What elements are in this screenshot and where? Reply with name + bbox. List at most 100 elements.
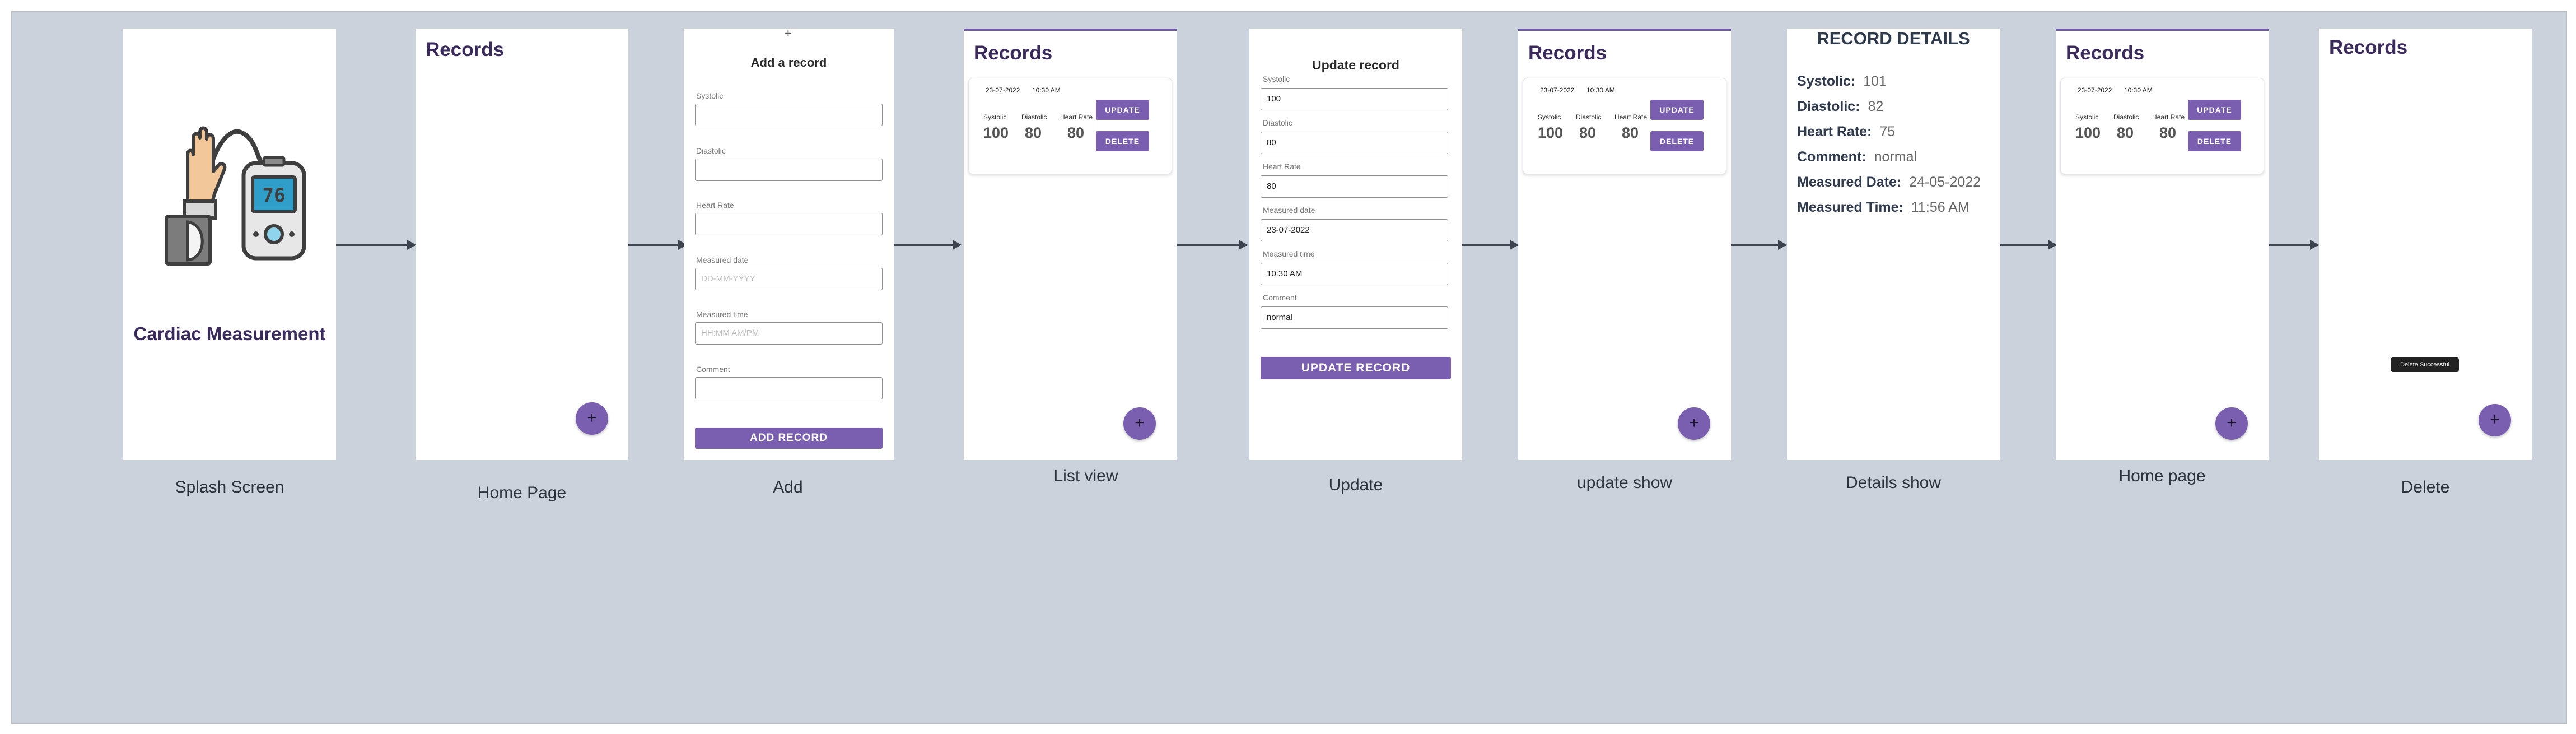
record-time: 10:30 AM <box>1032 86 1061 94</box>
systolic-input[interactable] <box>695 104 883 126</box>
detail-heart-rate: Heart Rate: 75 <box>1797 124 1895 140</box>
screen-add: + Add a record Systolic Diastolic Heart … <box>684 29 894 460</box>
detail-label: Heart Rate: <box>1797 124 1872 140</box>
screen-update: Update record Systolic 100 Diastolic 80 … <box>1249 29 1462 460</box>
heart-rate-label: Heart Rate <box>1060 113 1093 121</box>
screen-delete: Records Delete Successful + <box>2319 29 2532 460</box>
splash-title: Cardiac Measurement <box>133 323 326 344</box>
comment-input[interactable] <box>695 377 883 399</box>
heart-rate-label: Heart Rate <box>1263 162 1301 171</box>
detail-value: 11:56 AM <box>1911 199 1970 215</box>
update-title: Update record <box>1312 58 1399 72</box>
systolic-label: Systolic <box>983 113 1007 121</box>
diastolic-input[interactable] <box>695 159 883 181</box>
measured-time-input[interactable]: HH:MM AM/PM <box>695 322 883 345</box>
measured-time-label: Measured time <box>696 310 748 319</box>
caption-home: Home Page <box>477 484 567 502</box>
measured-time-input[interactable]: 10:30 AM <box>1261 263 1448 285</box>
delete-button[interactable]: DELETE <box>1650 131 1704 151</box>
heart-rate-input[interactable]: 80 <box>1261 175 1448 198</box>
add-title: Add a record <box>750 55 827 69</box>
arrow-2 <box>628 240 687 250</box>
systolic-input[interactable]: 100 <box>1261 88 1448 110</box>
systolic-label: Systolic <box>1538 113 1561 121</box>
add-fab-button[interactable]: + <box>1123 407 1156 440</box>
measured-date-input[interactable]: 23-07-2022 <box>1261 219 1448 241</box>
record-time: 10:30 AM <box>2124 86 2153 94</box>
comment-label: Comment <box>1263 293 1297 302</box>
add-top-plus[interactable]: + <box>785 29 792 41</box>
caption-home-2: Home page <box>2118 467 2206 485</box>
diastolic-input[interactable]: 80 <box>1261 132 1448 154</box>
record-date: 23-07-2022 <box>1540 86 1575 94</box>
caption-update: Update <box>1328 476 1383 494</box>
detail-value: 24-05-2022 <box>1909 174 1981 190</box>
add-fab-button[interactable]: + <box>1678 407 1710 440</box>
arrow-7 <box>2000 240 2057 250</box>
screen-splash: 76 Cardiac Measurement <box>123 29 336 460</box>
systolic-value: 100 <box>1538 124 1564 141</box>
measured-time-label: Measured time <box>1263 249 1315 258</box>
screen-home-2: Records 23-07-2022 10:30 AM Systolic Dia… <box>2056 29 2269 460</box>
comment-label: Comment <box>696 365 730 374</box>
diastolic-value: 80 <box>1025 124 1042 141</box>
measured-date-label: Measured date <box>696 255 749 264</box>
screen-list: Records 23-07-2022 10:30 AM Systolic Dia… <box>964 29 1177 460</box>
add-fab-button[interactable]: + <box>576 402 608 435</box>
delete-button[interactable]: DELETE <box>1096 131 1149 151</box>
record-date: 23-07-2022 <box>986 86 1020 94</box>
arrow-5 <box>1462 240 1519 250</box>
measured-date-input[interactable]: DD-MM-YYYY <box>695 268 883 290</box>
delete-button[interactable]: DELETE <box>2188 131 2241 151</box>
add-fab-button[interactable]: + <box>2215 407 2248 440</box>
systolic-value: 100 <box>2075 124 2101 141</box>
arrow-8 <box>2269 240 2319 250</box>
detail-value: 101 <box>1863 73 1887 89</box>
caption-list: List view <box>1053 467 1118 485</box>
update-button[interactable]: UPDATE <box>1096 100 1149 120</box>
heart-rate-value: 80 <box>1622 124 1639 141</box>
diastolic-label: Diastolic <box>696 146 726 155</box>
heart-rate-input[interactable] <box>695 213 883 235</box>
add-record-button[interactable]: ADD RECORD <box>695 428 883 449</box>
comment-input[interactable]: normal <box>1261 306 1448 329</box>
screen-details: RECORD DETAILS Systolic: 101 Diastolic: 82… <box>1787 29 2000 460</box>
arrow-6 <box>1731 240 1787 250</box>
detail-measured-date: Measured Date: 24-05-2022 <box>1797 174 1981 191</box>
records-title: Records <box>974 42 1053 64</box>
diastolic-label: Diastolic <box>1263 118 1292 127</box>
measured-date-label: Measured date <box>1263 206 1315 215</box>
diastolic-value: 80 <box>2117 124 2134 141</box>
detail-diastolic: Diastolic: 82 <box>1797 99 1883 115</box>
diastolic-label: Diastolic <box>2113 113 2139 121</box>
update-button[interactable]: UPDATE <box>2188 100 2241 120</box>
records-title: Records <box>2329 36 2408 58</box>
record-card[interactable]: 23-07-2022 10:30 AM Systolic Diastolic H… <box>968 78 1172 174</box>
record-time: 10:30 AM <box>1586 86 1615 94</box>
detail-label: Comment: <box>1797 149 1866 165</box>
detail-comment: Comment: normal <box>1797 149 1917 165</box>
add-fab-button[interactable]: + <box>2479 404 2511 436</box>
systolic-label: Systolic <box>1263 75 1290 83</box>
detail-value: 75 <box>1879 124 1896 140</box>
delete-toast: Delete Successful <box>2391 357 2459 372</box>
caption-add: Add <box>773 478 803 496</box>
heart-rate-value: 80 <box>1067 124 1085 141</box>
caption-delete: Delete <box>2401 478 2450 496</box>
record-card[interactable]: 23-07-2022 10:30 AM Systolic Diastolic H… <box>2060 78 2264 174</box>
systolic-label: Systolic <box>2075 113 2099 121</box>
records-title: Records <box>2066 42 2145 64</box>
detail-value: normal <box>1874 149 1917 165</box>
device-reading: 76 <box>263 184 286 207</box>
detail-systolic: Systolic: 101 <box>1797 73 1887 90</box>
record-date: 23-07-2022 <box>2078 86 2112 94</box>
update-button[interactable]: UPDATE <box>1650 100 1704 120</box>
heart-rate-label: Heart Rate <box>1614 113 1648 121</box>
diastolic-value: 80 <box>1579 124 1597 141</box>
update-record-button[interactable]: UPDATE RECORD <box>1261 357 1451 379</box>
record-card[interactable]: 23-07-2022 10:30 AM Systolic Diastolic H… <box>1523 78 1726 174</box>
flow-canvas: 76 Cardiac Measurement Splash Screen Rec… <box>11 11 2567 724</box>
detail-label: Measured Date: <box>1797 174 1902 190</box>
screen-update-show: Records 23-07-2022 10:30 AM Systolic Dia… <box>1518 29 1731 460</box>
systolic-label: Systolic <box>696 91 724 100</box>
